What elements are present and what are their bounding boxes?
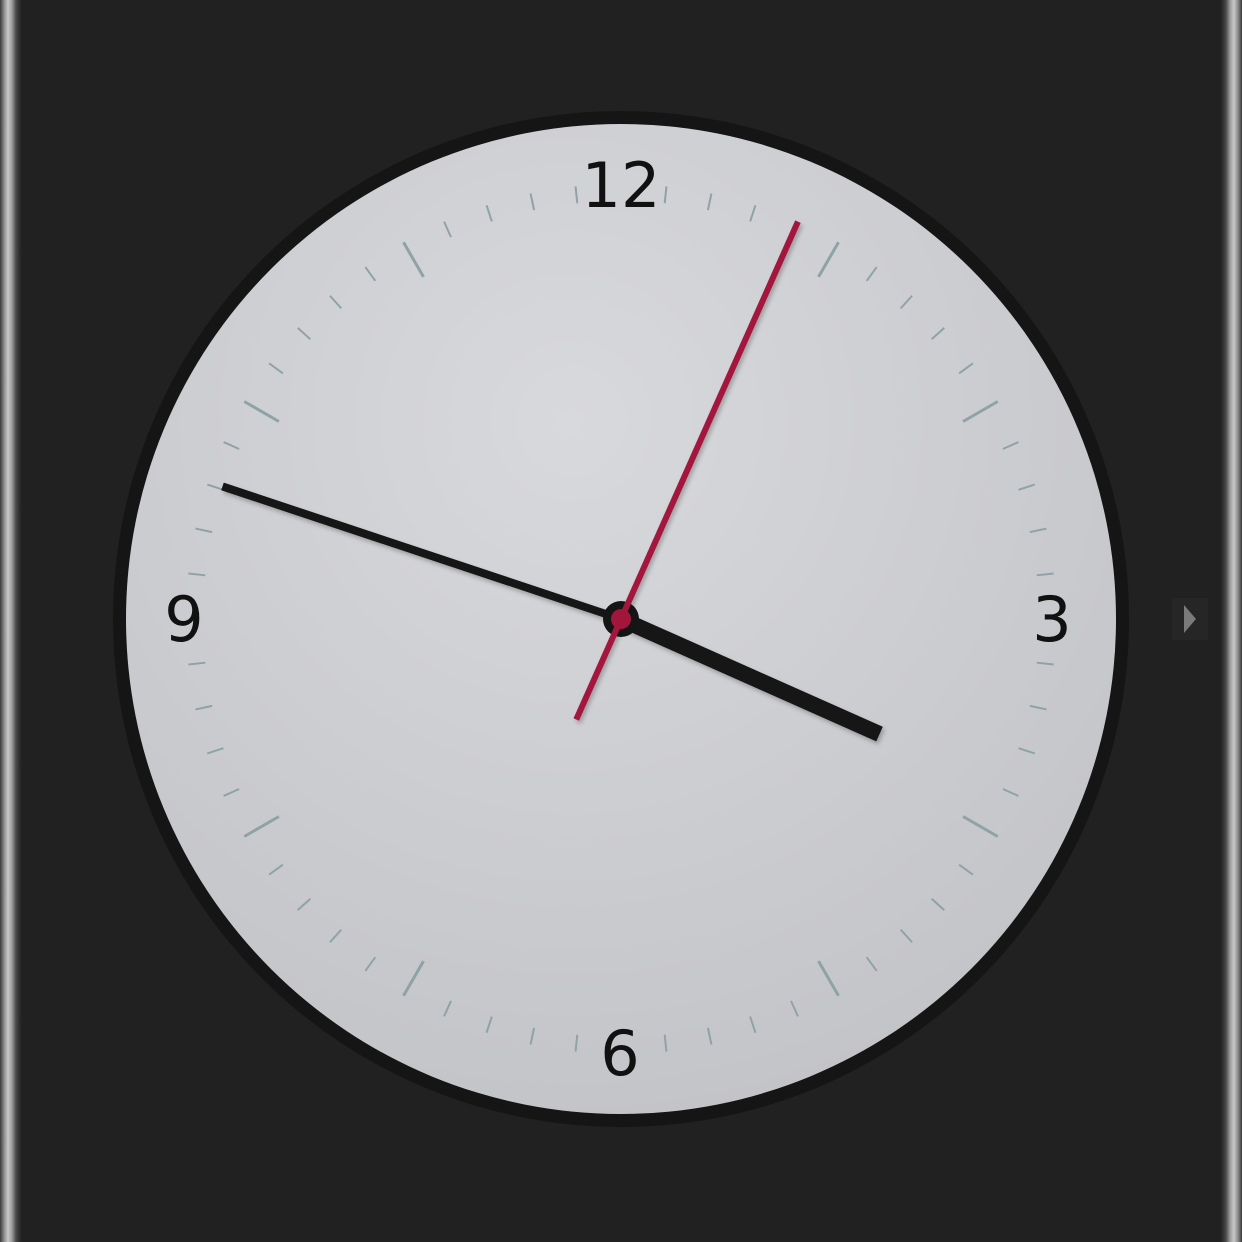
clock-window: 12 3 6 9	[0, 0, 1242, 1242]
next-button[interactable]	[1172, 598, 1208, 640]
numeral-9: 9	[164, 583, 203, 656]
numeral-12: 12	[582, 149, 661, 222]
numeral-3: 3	[1032, 583, 1071, 656]
numeral-6: 6	[600, 1017, 639, 1090]
analog-clock: 12 3 6 9	[113, 111, 1129, 1127]
triangle-right-icon	[1184, 605, 1196, 633]
second-hand-hub	[611, 609, 631, 629]
